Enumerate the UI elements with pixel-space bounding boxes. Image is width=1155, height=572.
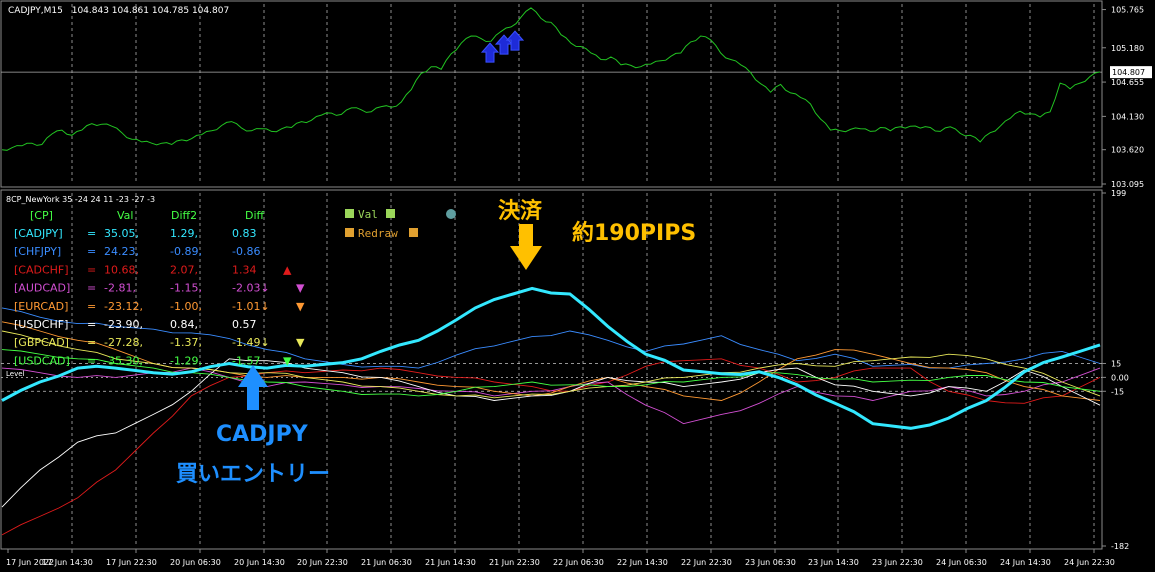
y-tick-label: 15	[1111, 359, 1121, 368]
table-cell: 1.34	[232, 263, 257, 276]
table-cell: =	[87, 354, 96, 367]
table-cell: [AUDCAD]	[14, 282, 70, 295]
y-tick-label: -182	[1111, 542, 1129, 551]
table-cell: -1.57	[232, 354, 260, 367]
table-cell: [CHFJPY]	[14, 245, 61, 258]
y-tick-label: 0.00	[1111, 373, 1129, 382]
table-cell: -2.81,	[104, 282, 136, 295]
table-cell: [EURCAD]	[14, 300, 68, 313]
table-cell: -0.89,	[170, 245, 202, 258]
x-tick-label: 21 Jun 22:30	[489, 558, 540, 567]
redraw-swatch-right	[409, 228, 418, 237]
table-header: [CP]	[30, 209, 53, 222]
val-swatch	[345, 209, 354, 218]
pips-label: 約190PIPS	[572, 220, 696, 246]
table-cell: -23.12,	[104, 300, 143, 313]
table-cell: -1.01↓	[232, 300, 270, 313]
x-tick-label: 24 Jun 14:30	[1000, 558, 1051, 567]
table-cell: [USDCHF]	[14, 318, 68, 331]
table-cell: -27.28,	[104, 336, 143, 349]
indicator-title: 8CP_NewYork 35 -24 24 11 -23 -27 -3	[6, 195, 155, 204]
table-cell: =	[87, 263, 96, 276]
val-label: Val	[358, 208, 378, 221]
table-cell: =	[87, 282, 96, 295]
x-tick-label: 24 Jun 06:30	[936, 558, 987, 567]
settle-label: 決済	[498, 198, 543, 224]
y-tick-label: 199	[1111, 189, 1126, 198]
x-tick-label: 17 Jun 22:30	[106, 558, 157, 567]
y-tick-label: -15	[1111, 387, 1124, 396]
table-header: Diff	[245, 209, 265, 222]
entry-action-label: 買いエントリー	[176, 462, 330, 487]
table-cell: =	[87, 227, 96, 240]
x-tick-label: 22 Jun 06:30	[553, 558, 604, 567]
table-cell: -1.49↓	[232, 336, 270, 349]
table-cell: -1.37,	[170, 336, 202, 349]
table-cell: -23.90,	[104, 318, 143, 331]
table-cell: -35.30,	[104, 354, 143, 367]
x-tick-label: 20 Jun 22:30	[297, 558, 348, 567]
y-tick-label: 105.765	[1111, 6, 1144, 15]
table-cell: 0.83	[232, 227, 257, 240]
x-tick-label: 23 Jun 06:30	[745, 558, 796, 567]
x-tick-label: 21 Jun 06:30	[361, 558, 412, 567]
table-mark-icon: ▼	[283, 354, 292, 367]
table-header: Val	[117, 209, 133, 222]
y-tick-label: 104.130	[1111, 112, 1144, 121]
table-cell: =	[87, 318, 96, 331]
table-mark-icon: ▼	[296, 282, 305, 295]
chart-canvas: CADJPY,M15 104.843 104.861 104.785 104.8…	[0, 0, 1155, 572]
svg-text:104.807: 104.807	[1112, 68, 1145, 77]
table-cell: -0.86	[232, 245, 260, 258]
chart-header: CADJPY,M15 104.843 104.861 104.785 104.8…	[8, 6, 229, 16]
val-swatch-right	[386, 209, 395, 218]
table-cell: -1.29,	[170, 354, 202, 367]
table-cell: =	[87, 245, 96, 258]
table-cell: =	[87, 300, 96, 313]
y-tick-label: 105.180	[1111, 44, 1144, 53]
x-tick-label: 23 Jun 14:30	[808, 558, 859, 567]
x-tick-label: 17 Jun 14:30	[42, 558, 93, 567]
y-tick-label: 104.655	[1111, 78, 1144, 87]
table-cell: -1.00,	[170, 300, 202, 313]
x-tick-label: 20 Jun 06:30	[170, 558, 221, 567]
table-cell: [GBPCAD]	[14, 336, 69, 349]
table-header: Diff2	[171, 209, 197, 222]
y-tick-label: 103.095	[1111, 180, 1144, 189]
status-dot-icon	[446, 209, 456, 219]
level-label: Level	[6, 370, 25, 378]
table-mark-icon: ▼	[296, 336, 305, 349]
y-tick-label: 103.620	[1111, 146, 1144, 155]
current-price-label: 104.807	[1110, 66, 1152, 79]
table-cell: -2.03↓	[232, 282, 270, 295]
table-cell: 0.84,	[170, 318, 198, 331]
table-cell: 0.57	[232, 318, 257, 331]
redraw-swatch	[345, 228, 354, 237]
symbol-title: CADJPY,M15	[8, 6, 63, 16]
table-cell: 24.23,	[104, 245, 139, 258]
table-mark-icon: ▼	[296, 300, 305, 313]
table-cell: =	[87, 336, 96, 349]
table-cell: 2.07,	[170, 263, 198, 276]
redraw-label: Redraw	[358, 227, 398, 240]
x-tick-label: 24 Jun 22:30	[1064, 558, 1115, 567]
x-tick-label: 22 Jun 22:30	[681, 558, 732, 567]
x-tick-label: 21 Jun 14:30	[425, 558, 476, 567]
x-tick-label: 22 Jun 14:30	[617, 558, 668, 567]
table-cell: [CADJPY]	[14, 227, 63, 240]
table-cell: [CADCHF]	[14, 263, 69, 276]
entry-symbol-label: CADJPY	[216, 422, 309, 447]
x-tick-label: 23 Jun 22:30	[872, 558, 923, 567]
table-cell: 35.05,	[104, 227, 139, 240]
table-cell: [USDCAD]	[14, 354, 70, 367]
table-cell: -1.15,	[170, 282, 202, 295]
table-mark-icon: ▲	[283, 263, 292, 276]
ohlc-values: 104.843 104.861 104.785 104.807	[72, 6, 229, 16]
table-cell: 10.68,	[104, 263, 139, 276]
x-tick-label: 20 Jun 14:30	[234, 558, 285, 567]
table-cell: 1.29,	[170, 227, 198, 240]
